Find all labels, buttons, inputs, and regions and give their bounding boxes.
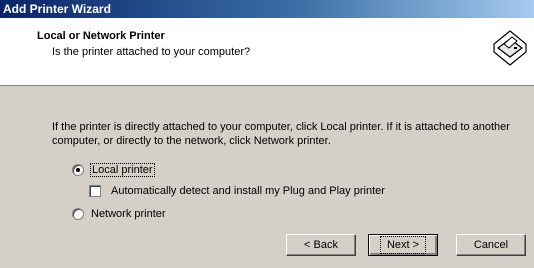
next-button[interactable]: Next > xyxy=(368,234,438,256)
printer-icon xyxy=(493,30,527,66)
page-title: Local or Network Printer xyxy=(37,30,165,42)
next-button-label: Next > xyxy=(379,236,427,254)
network-printer-radio[interactable]: Network printer xyxy=(72,208,166,220)
radio-indicator-network[interactable] xyxy=(72,208,84,220)
local-printer-label[interactable]: Local printer xyxy=(90,163,155,177)
auto-detect-label[interactable]: Automatically detect and install my Plug… xyxy=(111,185,385,197)
page-subtitle: Is the printer attached to your computer… xyxy=(52,46,251,58)
auto-detect-checkbox[interactable]: Automatically detect and install my Plug… xyxy=(89,185,385,197)
back-button[interactable]: < Back xyxy=(286,234,356,256)
checkbox-indicator-auto-detect[interactable] xyxy=(89,185,101,197)
window-title: Add Printer Wizard xyxy=(3,2,111,16)
local-printer-radio[interactable]: Local printer xyxy=(72,163,155,177)
window-title-bar[interactable]: Add Printer Wizard xyxy=(0,0,534,18)
wizard-header: Local or Network Printer Is the printer … xyxy=(0,18,534,86)
cancel-button[interactable]: Cancel xyxy=(456,234,526,256)
radio-indicator-local[interactable] xyxy=(72,164,84,176)
instruction-text: If the printer is directly attached to y… xyxy=(52,121,510,147)
network-printer-label[interactable]: Network printer xyxy=(91,208,166,220)
